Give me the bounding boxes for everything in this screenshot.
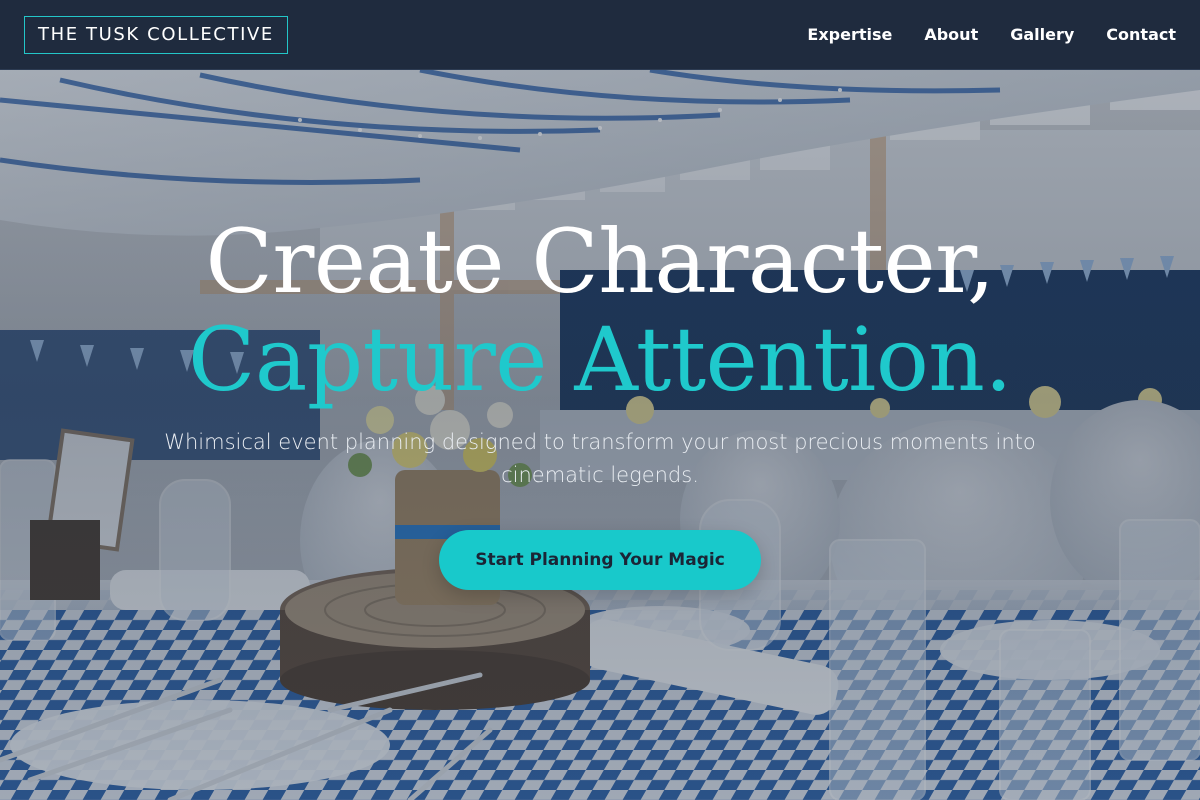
nav-link-contact[interactable]: Contact	[1106, 25, 1176, 44]
hero-headline-line-1: Create Character,	[205, 210, 995, 313]
brand-logo[interactable]: THE TUSK COLLECTIVE	[24, 15, 288, 54]
hero-content: Create Character, Capture Attention. Whi…	[0, 70, 1200, 800]
nav-link-gallery[interactable]: Gallery	[1010, 25, 1074, 44]
hero-subtitle: Whimsical event planning designed to tra…	[164, 430, 1036, 487]
site-header: THE TUSK COLLECTIVE Expertise About Gall…	[0, 0, 1200, 70]
nav-link-expertise[interactable]: Expertise	[807, 25, 892, 44]
hero-headline-line-2: Capture Attention.	[188, 308, 1012, 411]
nav-link-about[interactable]: About	[924, 25, 978, 44]
main-nav: Expertise About Gallery Contact	[775, 0, 1176, 69]
hero-section: Create Character, Capture Attention. Whi…	[0, 70, 1200, 800]
start-planning-button[interactable]: Start Planning Your Magic	[439, 530, 761, 590]
